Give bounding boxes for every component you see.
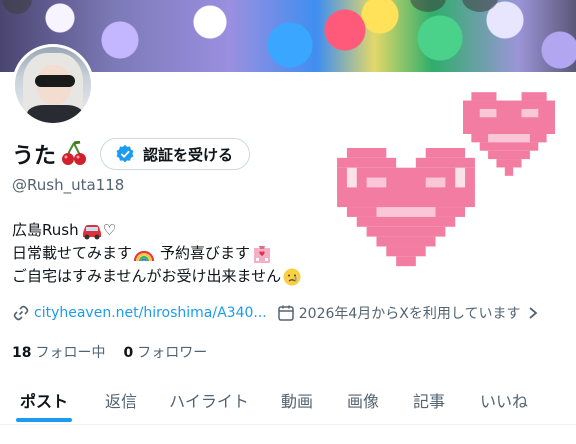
following-count: 18 — [12, 345, 32, 361]
tab-highlights[interactable]: ハイライト — [154, 378, 264, 422]
rainbow-icon — [134, 250, 155, 261]
bio-line-2b: 予約喜びます — [160, 244, 251, 262]
display-name: うた — [12, 144, 57, 169]
following-label: フォロー中 — [35, 345, 106, 361]
following-link[interactable]: 18 フォロー中 — [12, 342, 105, 362]
profile-link[interactable]: cityheaven.net/hiroshima/A340... — [34, 305, 267, 321]
tab-label: 画像 — [346, 392, 379, 411]
tab-replies[interactable]: 返信 — [88, 378, 154, 422]
banner-overlay-button[interactable] — [410, 0, 446, 12]
tab-label: 動画 — [280, 392, 313, 411]
pixel-heart-large — [337, 148, 475, 267]
profile-tabs: ポスト 返信 ハイライト 動画 画像 記事 いいね — [0, 378, 576, 422]
get-verified-label: 認証を受ける — [143, 145, 234, 164]
followers-label: フォロワー — [137, 345, 208, 361]
joined-date: 2026年4月からXを利用しています — [298, 306, 521, 322]
verified-badge-icon — [116, 144, 134, 163]
name-row: うた 認証を受ける — [12, 136, 251, 172]
bio-line-1: 広島Rush — [12, 221, 79, 239]
tab-label: いいね — [479, 392, 528, 411]
tab-label: ハイライト — [169, 392, 249, 411]
profile-meta: cityheaven.net/hiroshima/A340... 2026年4月… — [12, 303, 576, 323]
get-verified-button[interactable]: 認証を受ける — [100, 138, 251, 170]
calendar-icon — [278, 305, 294, 321]
bio: 広島Rush ♡ 日常載せてみます 予約喜びます ご自宅はすみませんがお受け出来… — [12, 219, 301, 288]
bio-line-3: ご自宅はすみませんがお受け出来ません — [12, 267, 282, 285]
tab-images[interactable]: 画像 — [330, 378, 396, 422]
sad-face-icon — [283, 268, 301, 285]
love-hotel-icon — [254, 245, 271, 263]
tab-label: 返信 — [104, 392, 137, 411]
tab-label: 記事 — [412, 392, 445, 411]
link-icon — [13, 305, 29, 321]
pixel-heart-small — [463, 92, 555, 176]
followers-link[interactable]: 0 フォロワー — [123, 342, 207, 362]
tabs-divider — [0, 424, 576, 425]
handle: @Rush_uta118 — [12, 176, 125, 194]
tab-videos[interactable]: 動画 — [264, 378, 330, 422]
tab-likes[interactable]: いいね — [462, 378, 546, 422]
followers-count: 0 — [123, 345, 134, 361]
banner-overlay-button[interactable] — [462, 0, 498, 12]
avatar[interactable] — [12, 44, 94, 126]
active-tab-indicator — [16, 418, 72, 422]
cherry-icon — [62, 141, 87, 165]
banner-overlay-button[interactable] — [2, 0, 32, 14]
tab-articles[interactable]: 記事 — [396, 378, 462, 422]
chevron-right-icon[interactable] — [526, 306, 540, 320]
follow-stats: 18 フォロー中 0 フォロワー — [12, 342, 225, 362]
tab-posts[interactable]: ポスト — [0, 378, 88, 422]
bio-line-1-heart: ♡ — [102, 221, 117, 239]
bio-line-2a: 日常載せてみます — [12, 244, 133, 262]
car-icon — [82, 224, 101, 239]
tab-label: ポスト — [19, 392, 68, 411]
